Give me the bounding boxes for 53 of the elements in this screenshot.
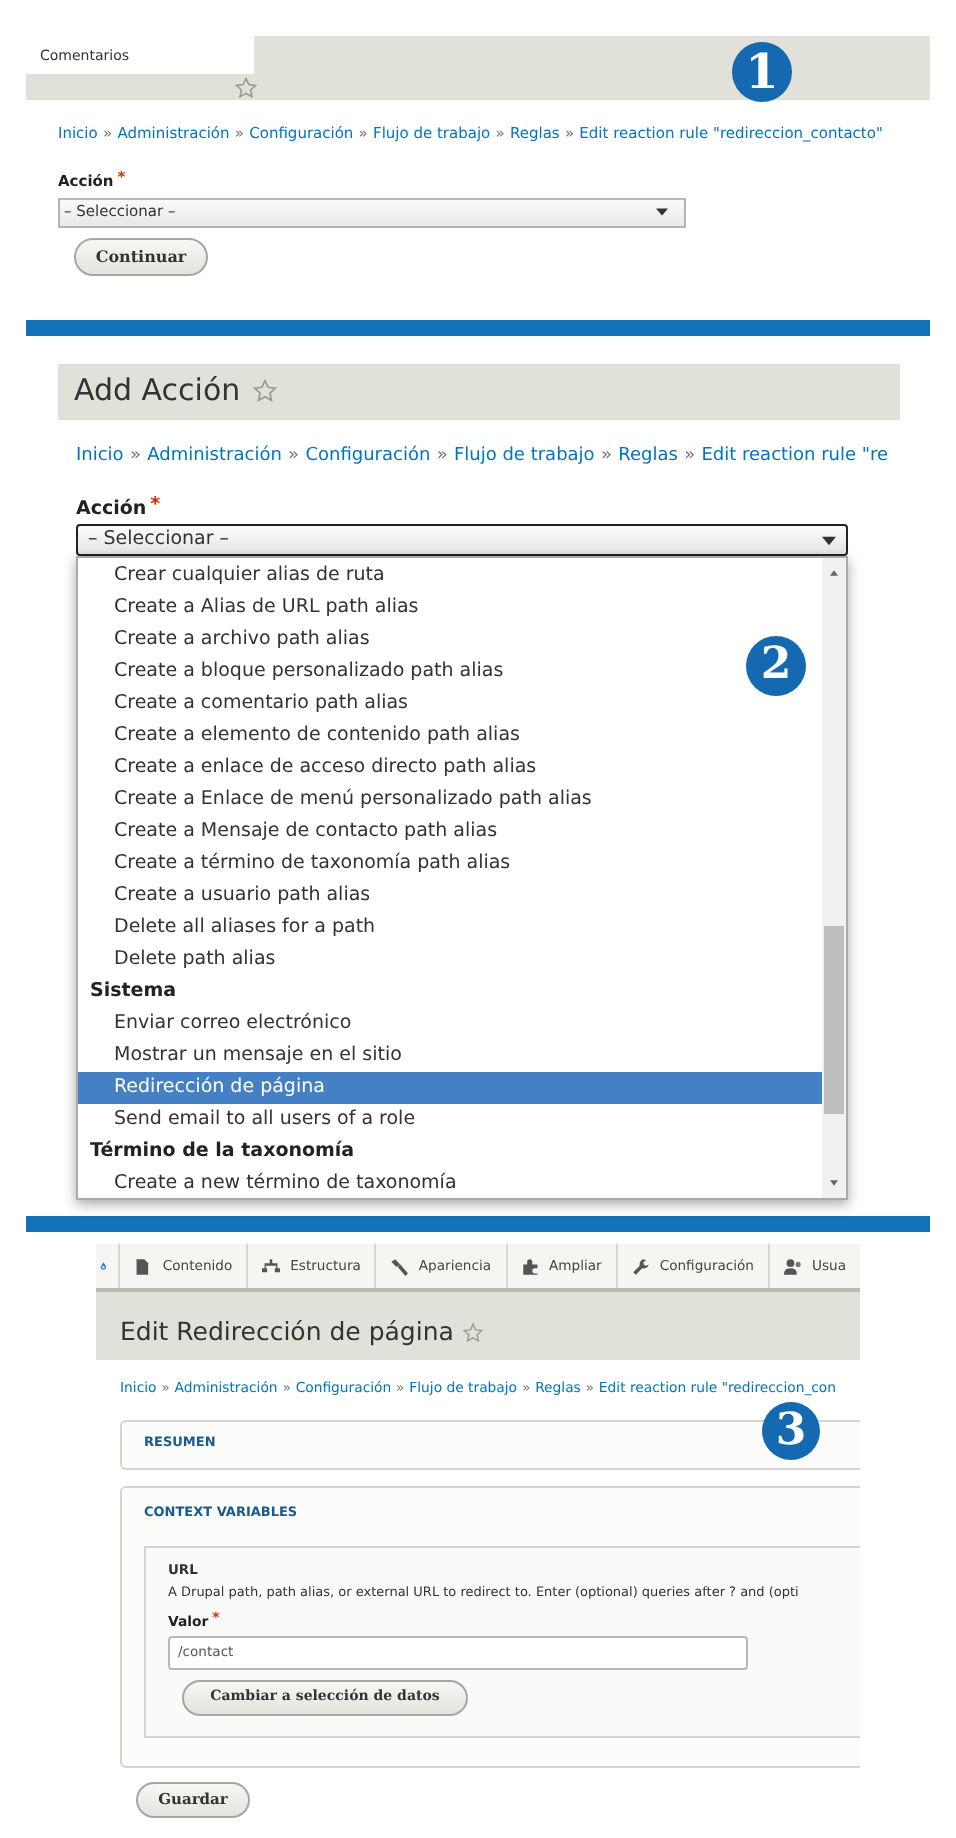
action-select[interactable]: – Seleccionar – [76,524,848,557]
dropdown-option[interactable]: Create a new término de taxonomía [78,1168,465,1199]
page-title: Edit Redirección de página [120,1313,454,1350]
breadcrumb-link[interactable]: Flujo de trabajo [453,443,595,470]
star-icon[interactable] [252,378,279,404]
breadcrumb-link[interactable]: Reglas [618,443,678,470]
button[interactable]: Continuar [74,237,208,275]
puzzle-icon [521,1257,539,1276]
dropdown-option[interactable]: Delete path alias [78,944,284,977]
dropdown-option[interactable]: Enviar correo electrónico [78,1008,360,1041]
step-badge: 3 [762,1402,820,1461]
caret-icon [822,535,836,546]
breadcrumb-link[interactable]: Administración [147,443,282,470]
scroll-up-icon[interactable] [830,570,838,577]
brush-icon [390,1257,409,1276]
breadcrumb-separator: » [129,443,141,469]
breadcrumb-separator: » [436,443,448,469]
dropdown-option[interactable]: Create a bloque personalizado path alias [78,656,512,689]
required-mark: * [150,496,161,515]
dropdown-option[interactable]: Create a Enlace de menú personalizado path alias [78,784,600,817]
dropdown-option[interactable]: Create a término de taxonomía path alias [78,848,519,881]
scroll-down-icon[interactable] [830,1180,838,1187]
dropdown-option[interactable]: Create a comentario path alias [78,688,416,721]
people-icon [784,1257,802,1276]
dropdown-option[interactable]: Create a archivo path alias [78,624,378,657]
page-icon [134,1257,153,1276]
breadcrumb-link[interactable]: Edit reaction rule "re [701,443,889,470]
page-title: Add Acción [74,370,241,413]
dropdown-option[interactable]: Create a usuario path alias [78,880,379,913]
breadcrumb-link[interactable]: Configuración [305,443,431,470]
option-group: Sistema [78,976,822,1009]
scrollbar[interactable] [822,558,846,1199]
dropdown-option[interactable]: Redirección de página [78,1072,822,1105]
caret-icon [656,208,668,216]
breadcrumb-separator: » [288,443,300,469]
dropdown-option[interactable]: Create a Alias de URL path alias [78,592,427,625]
star-icon[interactable] [461,1321,484,1344]
star-icon[interactable] [234,76,258,100]
breadcrumb-separator: » [684,443,696,469]
dropdown-option[interactable]: Create a elemento de contenido path alias [78,720,528,753]
dropdown-option[interactable]: Send email to all users of a role [78,1104,424,1137]
dropdown-option[interactable]: Crear cualquier alias de ruta [78,560,393,593]
breadcrumb-link[interactable]: Inicio [76,443,124,470]
dropdown-option[interactable]: Delete all aliases for a path [78,912,384,945]
dropdown-option[interactable]: Mostrar un mensaje en el sitio [78,1040,410,1073]
dropdown-option[interactable]: Create a Mensaje de contacto path alias [78,816,506,849]
field-label: Acción [76,496,147,524]
breadcrumb-separator: » [600,443,612,469]
dropdown-option[interactable]: Create a enlace de acceso directo path alias [78,752,545,785]
hierarchy-icon [262,1257,281,1276]
wrench-icon [631,1257,650,1276]
scrollbar-thumb[interactable] [824,926,844,1115]
option-group: Término de la taxonomía [78,1136,822,1169]
